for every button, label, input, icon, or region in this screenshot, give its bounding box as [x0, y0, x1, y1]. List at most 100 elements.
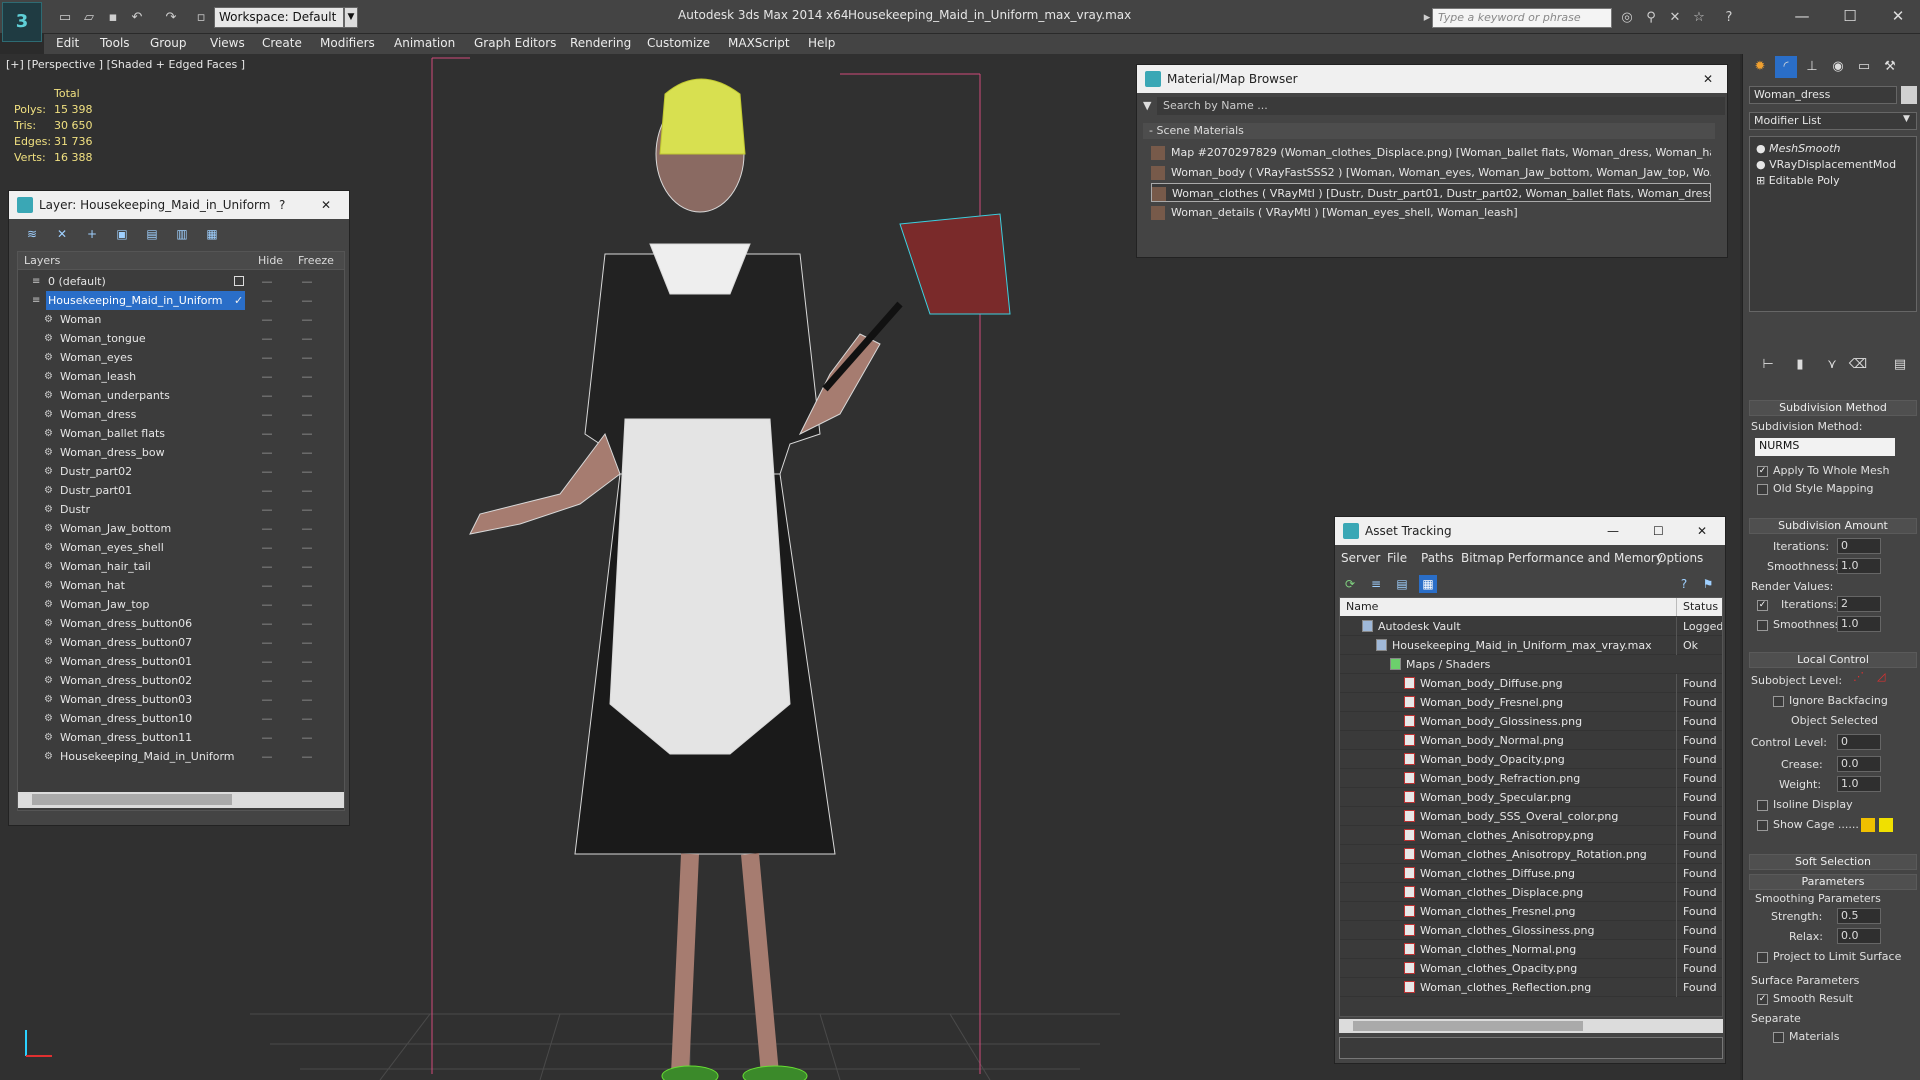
freeze-toggle[interactable]: — — [300, 538, 314, 557]
freeze-toggle[interactable]: — — [300, 405, 314, 424]
menu-rendering[interactable]: Rendering — [570, 36, 631, 50]
viewport-label[interactable]: [+] [Perspective ] [Shaded + Edged Faces… — [6, 58, 245, 71]
configure-sets-icon[interactable]: ▤ — [1889, 354, 1911, 376]
hide-toggle[interactable]: — — [260, 633, 274, 652]
material-row[interactable]: Woman_body ( VRayFastSSS2 ) [Woman, Woma… — [1151, 163, 1711, 182]
hide-toggle[interactable]: — — [260, 614, 274, 633]
smooth-result-checkbox[interactable]: ✓ — [1757, 994, 1768, 1005]
crease-spinner[interactable]: 0.0 — [1837, 756, 1881, 772]
search-input[interactable]: Type a keyword or phrase — [1432, 8, 1612, 28]
delete-layer-icon[interactable]: ✕ — [53, 225, 71, 243]
freeze-toggle[interactable]: — — [300, 310, 314, 329]
light-bulb-icon[interactable]: ● — [1756, 158, 1766, 171]
object-name-field[interactable]: Woman_dress — [1749, 86, 1897, 104]
stack-item-meshsmooth[interactable]: ● MeshSmooth — [1756, 141, 1841, 157]
hide-toggle[interactable]: — — [260, 747, 274, 766]
key-icon[interactable]: ⚲ — [1642, 9, 1660, 27]
control-level-spinner[interactable]: 0 — [1837, 734, 1881, 750]
hide-toggle[interactable]: — — [260, 367, 274, 386]
freeze-all-icon[interactable]: ▦ — [203, 225, 221, 243]
utilities-tab-icon[interactable]: ⚒ — [1879, 56, 1901, 78]
show-end-result-icon[interactable]: ▮ — [1789, 354, 1811, 376]
freeze-toggle[interactable]: — — [300, 519, 314, 538]
project-limit-checkbox[interactable] — [1757, 952, 1768, 963]
asset-row[interactable]: Woman_clothes_Anisotropy.png Found — [1340, 826, 1722, 845]
layer-row[interactable]: ⚙ Woman_dress_bow — — — [18, 443, 344, 462]
asset-menu-file[interactable]: File — [1387, 551, 1407, 565]
isoline-display-checkbox[interactable] — [1757, 800, 1768, 811]
strength-spinner[interactable]: 0.5 — [1837, 908, 1881, 924]
freeze-toggle[interactable]: — — [300, 671, 314, 690]
open-file-icon[interactable]: ▱ — [80, 9, 98, 27]
asset-path-input[interactable] — [1339, 1037, 1723, 1059]
local-control-rollout[interactable]: Local Control — [1749, 652, 1917, 668]
layer-row[interactable]: ⚙ Woman_tongue — — — [18, 329, 344, 348]
hide-toggle[interactable]: — — [260, 348, 274, 367]
object-color-swatch[interactable] — [1901, 86, 1917, 104]
layer-row[interactable]: ⚙ Housekeeping_Maid_in_Uniform — — — [18, 747, 344, 766]
parameters-rollout[interactable]: Parameters — [1749, 874, 1917, 890]
scrollbar-thumb[interactable] — [32, 794, 232, 805]
asset-row[interactable]: Woman_clothes_Normal.png Found — [1340, 940, 1722, 959]
hierarchy-tab-icon[interactable]: ⊥ — [1801, 56, 1823, 78]
hide-toggle[interactable]: — — [260, 690, 274, 709]
table-view-icon[interactable]: ▦ — [1419, 575, 1437, 593]
iterations-spinner[interactable]: 0 — [1837, 538, 1881, 554]
freeze-toggle[interactable]: — — [300, 367, 314, 386]
minimize-icon[interactable]: — — [1780, 2, 1824, 30]
hide-toggle[interactable]: — — [260, 652, 274, 671]
menu-maxscript[interactable]: MAXScript — [728, 36, 790, 50]
hide-toggle[interactable]: — — [260, 272, 274, 291]
material-search-input[interactable]: Search by Name ... — [1157, 97, 1725, 115]
col-freeze[interactable]: Freeze — [298, 254, 334, 267]
freeze-toggle[interactable]: — — [300, 481, 314, 500]
apply-whole-mesh-checkbox[interactable]: ✓ — [1757, 466, 1768, 477]
maximize-icon[interactable]: ☐ — [1653, 517, 1664, 545]
freeze-toggle[interactable]: — — [300, 557, 314, 576]
close-icon[interactable]: ✕ — [1703, 65, 1713, 93]
col-name[interactable]: Name — [1346, 598, 1378, 616]
hide-toggle[interactable]: — — [260, 538, 274, 557]
menu-help[interactable]: Help — [808, 36, 835, 50]
freeze-toggle[interactable]: — — [300, 614, 314, 633]
hide-toggle[interactable]: — — [260, 709, 274, 728]
hide-toggle[interactable]: — — [260, 576, 274, 595]
freeze-toggle[interactable]: — — [300, 272, 314, 291]
asset-menu-options[interactable]: Options — [1657, 551, 1703, 565]
light-bulb-icon[interactable]: ● — [1756, 142, 1766, 155]
remove-modifier-icon[interactable]: ⌫ — [1847, 354, 1869, 376]
menu-edit[interactable]: Edit — [56, 36, 79, 50]
layer-row[interactable]: ⚙ Woman_dress_button03 — — — [18, 690, 344, 709]
freeze-toggle[interactable]: — — [300, 462, 314, 481]
cage-selected-color-swatch[interactable] — [1879, 818, 1893, 832]
asset-row[interactable]: Maps / Shaders — [1340, 655, 1722, 674]
asset-row[interactable]: Woman_body_Diffuse.png Found — [1340, 674, 1722, 693]
asset-row[interactable]: Woman_clothes_Displace.png Found — [1340, 883, 1722, 902]
ignore-backfacing-checkbox[interactable] — [1773, 696, 1784, 707]
hide-all-icon[interactable]: ▥ — [173, 225, 191, 243]
material-row[interactable]: Map #2070297829 (Woman_clothes_Displace.… — [1151, 143, 1711, 162]
hide-toggle[interactable]: — — [260, 291, 274, 310]
chevron-down-icon[interactable]: ▼ — [1903, 114, 1910, 124]
redo-icon[interactable]: ↷ — [162, 9, 180, 27]
asset-row[interactable]: Woman_clothes_Glossiness.png Found — [1340, 921, 1722, 940]
hide-toggle[interactable]: — — [260, 424, 274, 443]
layer-row[interactable]: ⚙ Woman_hat — — — [18, 576, 344, 595]
layer-row[interactable]: ⚙ Woman_dress_button06 — — — [18, 614, 344, 633]
hide-toggle[interactable]: — — [260, 405, 274, 424]
asset-menu-bitmap[interactable]: Bitmap Performance and Memory — [1461, 551, 1663, 565]
hide-toggle[interactable]: — — [260, 443, 274, 462]
expand-icon[interactable]: ⊞ — [1756, 174, 1765, 187]
modifier-list-dropdown[interactable]: Modifier List — [1749, 112, 1917, 130]
weight-spinner[interactable]: 1.0 — [1837, 776, 1881, 792]
menu-create[interactable]: Create — [262, 36, 302, 50]
layer-row[interactable]: ⚙ Woman_dress_button02 — — — [18, 671, 344, 690]
subdivision-method-select[interactable]: NURMS — [1755, 438, 1895, 456]
layer-row[interactable]: ⚙ Woman_dress_button11 — — — [18, 728, 344, 747]
layer-row[interactable]: ⚙ Woman_dress — — — [18, 405, 344, 424]
hide-toggle[interactable]: — — [260, 595, 274, 614]
exchange-icon[interactable]: ✕ — [1666, 9, 1684, 27]
modify-tab-icon[interactable]: ◜ — [1775, 56, 1797, 78]
layer-row[interactable]: ⚙ Woman_ballet flats — — — [18, 424, 344, 443]
show-cage-checkbox[interactable] — [1757, 820, 1768, 831]
